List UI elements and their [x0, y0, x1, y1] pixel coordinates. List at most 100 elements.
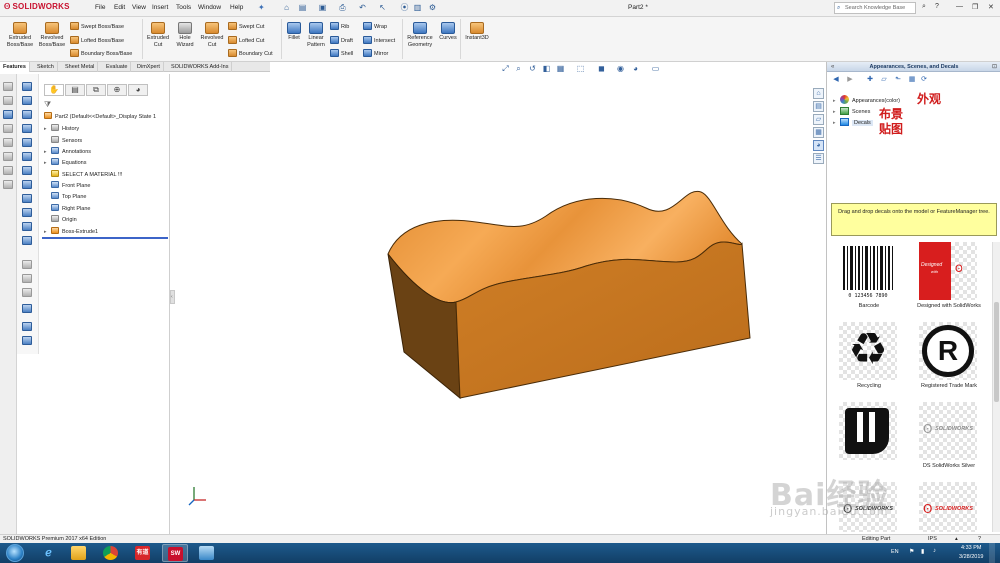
- pattern-side-icon[interactable]: [22, 222, 32, 231]
- tab-sheet-metal[interactable]: Sheet Metal: [62, 62, 99, 72]
- graphics-area[interactable]: [176, 76, 810, 532]
- restore-icon[interactable]: ❐: [972, 3, 978, 11]
- tree-item-annotations[interactable]: ▸ Annotations: [44, 147, 91, 158]
- save-icon[interactable]: ▣: [316, 2, 329, 14]
- expand-icon[interactable]: ▸: [44, 158, 51, 169]
- print-icon[interactable]: ⎙: [336, 2, 349, 14]
- add-location-icon[interactable]: ✚: [865, 75, 875, 85]
- options-gear-icon[interactable]: ⚙: [426, 2, 439, 14]
- panel-collapse-handle[interactable]: ‹: [170, 290, 175, 304]
- design-library-icon[interactable]: ▤: [813, 101, 824, 112]
- lofted-cut-button[interactable]: Lofted Cut: [228, 36, 264, 44]
- taskbar-youdao[interactable]: 有道: [130, 544, 156, 562]
- extruded-cut-button[interactable]: Extruded Cut: [144, 22, 172, 48]
- tree-item-sensors[interactable]: Sensors: [44, 136, 82, 147]
- fillet-side-icon[interactable]: [22, 138, 32, 147]
- menu-file[interactable]: File: [95, 4, 105, 11]
- menu-help[interactable]: Help: [230, 4, 243, 11]
- tree-root[interactable]: Part2 (Default<<Default>_Display State 1: [44, 112, 156, 123]
- boss-extrude-icon[interactable]: [22, 82, 32, 91]
- shell-button[interactable]: Shell: [330, 49, 353, 57]
- dynamic-annotation-icon[interactable]: ▦: [555, 64, 566, 74]
- swept-boss-button[interactable]: Swept Boss/Base: [70, 22, 124, 30]
- rebuild-icon[interactable]: ▥: [411, 2, 424, 14]
- decals-scrollbar[interactable]: [992, 242, 1000, 532]
- expand-icon[interactable]: ▸: [44, 147, 51, 158]
- draft-button[interactable]: Draft: [330, 36, 353, 44]
- menu-tools[interactable]: Tools: [176, 4, 191, 11]
- propertymanager-tab-icon[interactable]: ▤: [65, 84, 85, 96]
- back-icon[interactable]: ◀: [831, 75, 841, 85]
- view-orientation-icon[interactable]: ⬚: [575, 64, 586, 74]
- home-icon[interactable]: ⌂: [280, 2, 293, 14]
- add-folder-icon[interactable]: ▱: [879, 75, 889, 85]
- tray-volume-icon[interactable]: ♪: [933, 548, 936, 554]
- up-folder-icon[interactable]: ⬑: [893, 75, 903, 85]
- collapse-pane-icon[interactable]: «: [831, 62, 834, 72]
- fillet-button[interactable]: Fillet: [283, 22, 305, 42]
- tray-flag-icon[interactable]: ⚑: [909, 548, 914, 555]
- tree-item-front-plane[interactable]: Front Plane: [44, 181, 90, 192]
- taskbar-explorer[interactable]: [66, 544, 92, 562]
- file-explorer-icon[interactable]: ▱: [813, 114, 824, 125]
- reference-geometry-button[interactable]: Reference Geometry: [405, 22, 435, 48]
- taskbar-window[interactable]: [194, 544, 220, 562]
- revolved-cut-button[interactable]: Revolved Cut: [198, 22, 226, 48]
- clock-time[interactable]: 4:33 PM: [961, 545, 981, 551]
- zoom-to-fit-icon[interactable]: ⤢: [500, 64, 511, 74]
- taskbar-chrome[interactable]: [98, 544, 124, 562]
- featuremanager-tab-icon[interactable]: ✋: [44, 84, 64, 96]
- mirror-button[interactable]: Mirror: [363, 49, 388, 57]
- rollback-bar[interactable]: [42, 237, 168, 239]
- tab-dimxpert[interactable]: DimXpert: [134, 62, 164, 72]
- instant3d-button[interactable]: Instant3D: [462, 22, 492, 42]
- tree-item-right-plane[interactable]: Right Plane: [44, 204, 90, 215]
- refresh-icon[interactable]: ⟳: [919, 75, 929, 85]
- boundary-cut-button[interactable]: Boundary Cut: [228, 49, 273, 57]
- dimxpertmanager-tab-icon[interactable]: ⊕: [107, 84, 127, 96]
- reference-side-icon[interactable]: [22, 304, 32, 313]
- view-settings-icon[interactable]: ▭: [650, 64, 661, 74]
- appearances-tab-icon[interactable]: ◕: [813, 140, 824, 151]
- select-icon[interactable]: ↖: [376, 2, 389, 14]
- boss-revolve-icon[interactable]: [22, 96, 32, 105]
- lofted-boss-button[interactable]: Lofted Boss/Base: [70, 36, 124, 44]
- tab-addins[interactable]: SOLIDWORKS Add-Ins: [168, 62, 233, 72]
- rib-side-icon[interactable]: [22, 180, 32, 189]
- taskbar-solidworks[interactable]: SW: [162, 544, 188, 562]
- search-input[interactable]: ⌕ Search Knowledge Base: [834, 2, 916, 14]
- tree-item-material[interactable]: SELECT A MATERIAL !!!: [44, 170, 122, 181]
- rib-button[interactable]: Rib: [330, 22, 349, 30]
- smart-dimension-icon[interactable]: [3, 96, 13, 105]
- curves-button[interactable]: Curves: [436, 22, 460, 42]
- menu-view[interactable]: View: [132, 4, 146, 11]
- section-view-icon[interactable]: ◧: [541, 64, 552, 74]
- decal-ds-solidworks-red[interactable]: Ꙩ SOLIDWORKS: [909, 482, 989, 532]
- boundary-boss-button[interactable]: Boundary Boss/Base: [70, 49, 132, 57]
- circle-tool-icon[interactable]: [3, 138, 13, 147]
- display-style-icon[interactable]: ◼: [596, 64, 607, 74]
- mirror-side-icon[interactable]: [22, 236, 32, 245]
- forward-icon[interactable]: ▶: [845, 75, 855, 85]
- tree-item-history[interactable]: ▸ History: [44, 124, 79, 135]
- shell-side-icon[interactable]: [22, 166, 32, 175]
- start-button-icon[interactable]: [6, 544, 24, 562]
- pin-icon[interactable]: ✦: [258, 3, 265, 12]
- expand-icon[interactable]: ▸: [44, 124, 51, 135]
- draft-side-icon[interactable]: [22, 194, 32, 203]
- solidworks-logo[interactable]: Ꙩ SOLIDWORKS: [4, 2, 70, 11]
- input-language[interactable]: EN: [891, 549, 899, 555]
- custom-properties-icon[interactable]: ☰: [813, 153, 824, 164]
- new-document-icon[interactable]: ▤: [296, 2, 309, 14]
- previous-view-icon[interactable]: ↺: [527, 64, 538, 74]
- tab-features[interactable]: Features: [0, 62, 30, 72]
- edit-appearance-icon[interactable]: ◕: [630, 64, 641, 74]
- trim-tool-icon[interactable]: [3, 180, 13, 189]
- plane-side-icon[interactable]: [22, 274, 32, 283]
- minimize-icon[interactable]: —: [956, 3, 963, 10]
- revolved-boss-button[interactable]: Revolved Boss/Base: [36, 22, 68, 48]
- tree-item-decals[interactable]: ▸ Decals: [833, 118, 873, 129]
- view-palette-icon[interactable]: ▦: [813, 127, 824, 138]
- arc-tool-icon[interactable]: [3, 152, 13, 161]
- curve-side-icon[interactable]: [22, 260, 32, 269]
